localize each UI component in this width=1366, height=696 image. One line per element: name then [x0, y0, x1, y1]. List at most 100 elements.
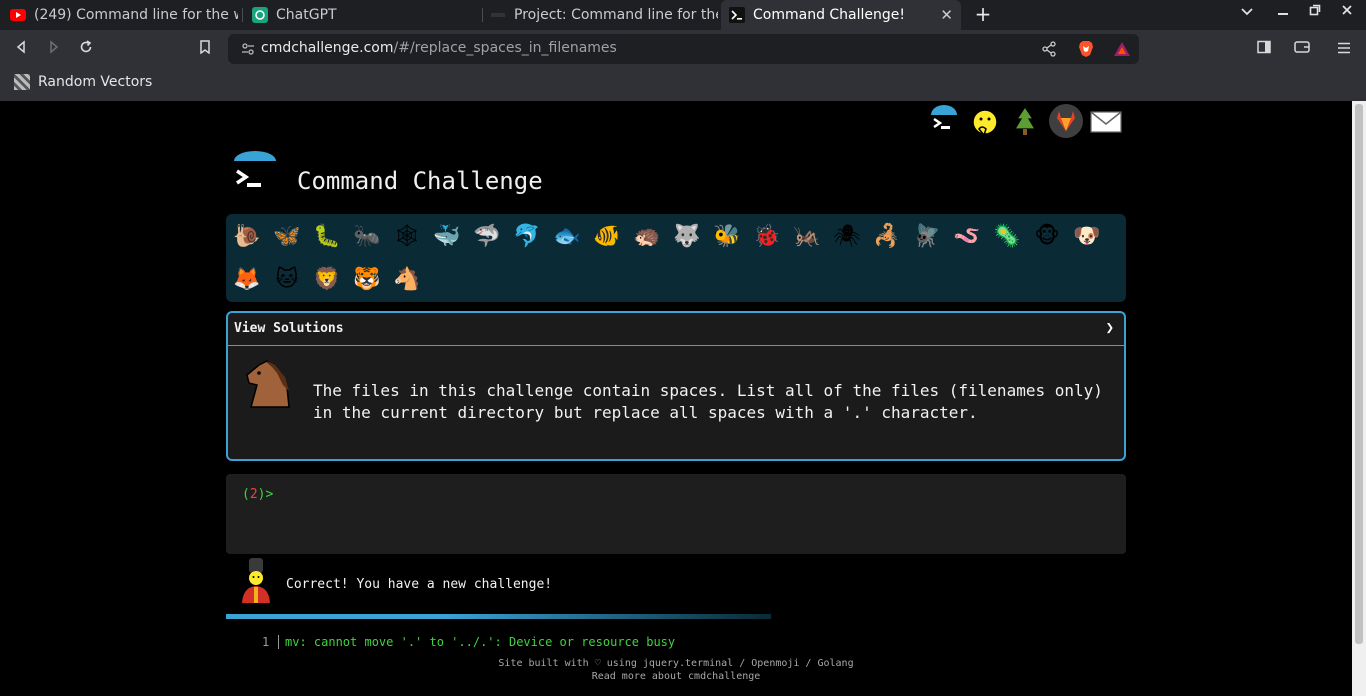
minimize-icon[interactable]	[1273, 4, 1293, 20]
scrollbar-thumb[interactable]	[1355, 104, 1363, 644]
site-info-icon[interactable]	[240, 41, 256, 57]
challenge-caterpillar[interactable]: 🐛	[312, 221, 342, 251]
challenge-ant[interactable]: 🐜	[352, 221, 382, 251]
tropical-fish-icon: 🐠	[593, 223, 621, 249]
reload-icon[interactable]	[75, 38, 97, 60]
tab-bar: (249) Command line for the w ChatGPT Pro…	[0, 0, 1366, 30]
challenge-snail[interactable]: 🐌	[232, 221, 262, 251]
worm-icon: 🪱	[953, 223, 981, 249]
bookmark-icon[interactable]	[194, 38, 216, 60]
challenge-bee[interactable]: 🐝	[712, 221, 742, 251]
random-vectors-icon	[14, 74, 30, 90]
output-text: mv: cannot move '.' to '../.': Device or…	[285, 635, 676, 649]
bookmark-random-vectors[interactable]: Random Vectors	[14, 74, 152, 90]
terminal-prompt: (2)>	[242, 487, 273, 502]
address-bar[interactable]: cmdchallenge.com/#/replace_spaces_in_fil…	[228, 34, 1139, 64]
tab-chatgpt[interactable]: ChatGPT	[252, 0, 480, 30]
scorpion-icon: 🦂	[873, 223, 901, 249]
description-line: in the current directory but replace all…	[313, 403, 978, 422]
cat-icon: 🐱	[275, 266, 299, 292]
tiger-icon: 🐯	[353, 266, 381, 292]
terminal[interactable]: (2)>	[226, 474, 1126, 554]
forward-icon[interactable]	[43, 38, 65, 60]
challenge-fox[interactable]: 🦊	[232, 264, 262, 294]
challenge-tropical-fish[interactable]: 🐠	[592, 221, 622, 251]
challenge-wolf[interactable]: 🐺	[672, 221, 702, 251]
tab-youtube[interactable]: (249) Command line for the w	[10, 0, 238, 30]
back-icon[interactable]	[10, 38, 32, 60]
spider-icon: 🕷	[833, 223, 861, 249]
monkey-icon: 🐵	[1034, 223, 1060, 249]
spider-web-icon: 🕸	[393, 223, 421, 249]
output-line-number: 1	[262, 635, 270, 649]
cmdchallenge-logo-icon[interactable]	[926, 103, 962, 139]
new-tab-button[interactable]: +	[972, 3, 994, 25]
challenge-cat[interactable]: 🐱	[272, 264, 302, 294]
horse-icon: 🐴	[393, 266, 421, 292]
page-title: Command Challenge	[297, 167, 543, 195]
tab-command-challenge[interactable]: Command Challenge! ✕	[721, 0, 961, 30]
challenge-card: View Solutions ❯ The files in this chall…	[226, 311, 1126, 461]
challenge-microbe[interactable]: 🦠	[992, 221, 1022, 251]
tab-list-icon[interactable]	[1237, 4, 1257, 20]
challenge-shark[interactable]: 🦈	[472, 221, 502, 251]
challenge-butterfly[interactable]: 🦋	[272, 221, 302, 251]
view-solutions-label: View Solutions	[234, 321, 344, 336]
cricket-icon: 🦗	[793, 223, 821, 249]
terminal-icon	[729, 7, 745, 23]
close-tab-icon[interactable]: ✕	[940, 6, 953, 24]
prompt-number: 2	[249, 487, 258, 502]
menu-icon[interactable]	[1333, 38, 1355, 60]
whale-icon: 🐳	[433, 223, 461, 249]
challenge-lion[interactable]: 🦁	[312, 264, 342, 294]
challenge-horse[interactable]: 🐴	[392, 264, 422, 294]
view-solutions-toggle[interactable]: View Solutions ❯	[228, 313, 1124, 346]
status-message: Correct! You have a new challenge!	[286, 577, 553, 592]
challenge-fish[interactable]: 🐟	[552, 221, 582, 251]
guard-icon	[238, 557, 274, 605]
challenge-whale[interactable]: 🐳	[432, 221, 462, 251]
tree-icon[interactable]	[1007, 103, 1043, 139]
share-icon[interactable]	[1041, 41, 1057, 57]
tab-title: (249) Command line for the w	[34, 7, 238, 23]
gitlab-icon[interactable]	[1048, 103, 1084, 139]
terminal-output: 1 mv: cannot move '.' to '../.': Device …	[226, 631, 1126, 649]
ant-icon: 🐜	[353, 223, 381, 249]
challenge-dolphin[interactable]: 🐬	[512, 221, 542, 251]
sidebar-icon[interactable]	[1253, 38, 1275, 60]
caterpillar-icon: 🐛	[313, 223, 341, 249]
url-text: cmdchallenge.com/#/replace_spaces_in_fil…	[261, 40, 617, 56]
challenge-worm[interactable]: 🪱	[952, 221, 982, 251]
footer: Site built with ♡ using jquery.terminal …	[226, 657, 1126, 683]
footer-about-link[interactable]: Read more about cmdchallenge	[226, 670, 1126, 683]
wallet-icon[interactable]	[1291, 38, 1313, 60]
tab-separator	[482, 8, 483, 22]
challenge-dog[interactable]: 🐶	[1072, 221, 1102, 251]
challenge-tiger[interactable]: 🐯	[352, 264, 382, 294]
challenge-spider-web[interactable]: 🕸	[392, 221, 422, 251]
challenge-monkey[interactable]: 🐵	[1032, 221, 1062, 251]
hush-emoji-icon[interactable]	[966, 103, 1002, 139]
bee-icon: 🐝	[713, 223, 741, 249]
progress-bar	[226, 614, 771, 619]
url-path: /#/replace_spaces_in_filenames	[393, 40, 617, 56]
brave-rewards-icon[interactable]	[1113, 40, 1131, 58]
brave-shields-icon[interactable]	[1077, 40, 1095, 58]
dog-icon: 🐶	[1073, 223, 1101, 249]
tab-project[interactable]: Project: Command line for the	[490, 0, 718, 30]
challenge-spider[interactable]: 🕷	[832, 221, 862, 251]
challenge-ladybug[interactable]: 🐞	[752, 221, 782, 251]
challenge-fly[interactable]: 🪰	[912, 221, 942, 251]
challenge-cricket[interactable]: 🦗	[792, 221, 822, 251]
snail-icon: 🐌	[233, 223, 261, 249]
mail-icon[interactable]	[1088, 103, 1124, 139]
horse-icon	[237, 355, 295, 413]
footer-credits: Site built with ♡ using jquery.terminal …	[498, 658, 854, 669]
close-window-icon[interactable]	[1337, 4, 1357, 20]
maximize-icon[interactable]	[1305, 4, 1325, 20]
tab-title: Command Challenge!	[753, 7, 906, 23]
challenge-hedgehog[interactable]: 🦔	[632, 221, 662, 251]
challenge-scorpion[interactable]: 🦂	[872, 221, 902, 251]
scrollbar[interactable]	[1352, 101, 1366, 696]
dolphin-icon: 🐬	[513, 223, 541, 249]
